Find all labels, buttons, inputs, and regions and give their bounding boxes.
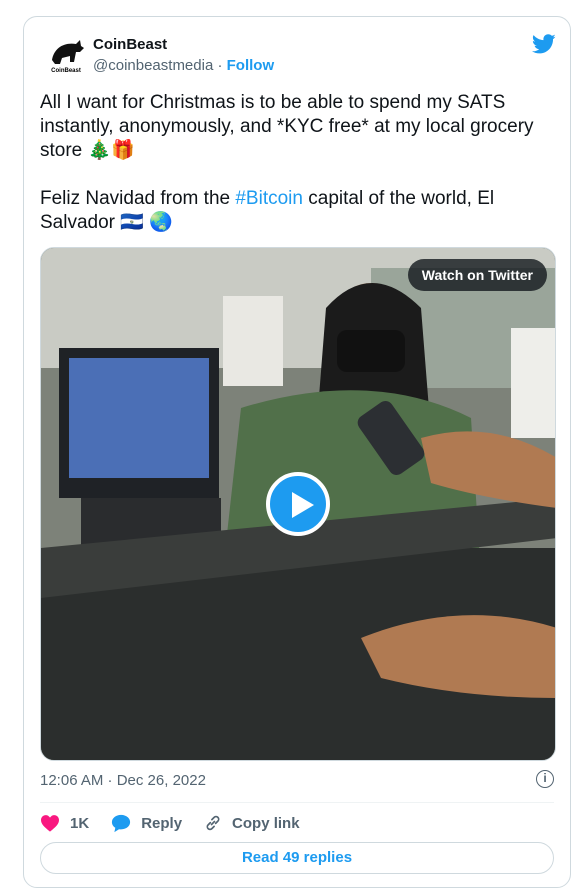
coinbeast-logo: CoinBeast — [51, 40, 84, 74]
reply-label: Reply — [141, 814, 183, 832]
tweet-card: CoinBeast CoinBeast @coinbeastmedia · Fo… — [23, 16, 571, 888]
watch-on-twitter-button[interactable]: Watch on Twitter — [407, 259, 547, 291]
divider — [40, 802, 554, 803]
copy-link-label: Copy link — [232, 814, 300, 832]
heart-icon — [41, 815, 59, 832]
link-icon — [206, 815, 220, 831]
like-button[interactable]: 1K — [40, 814, 89, 832]
hashtag-link[interactable]: #Bitcoin — [235, 188, 303, 209]
reply-button[interactable]: Reply — [111, 814, 182, 833]
read-replies-button[interactable]: Read 49 replies — [40, 842, 554, 874]
author-handle[interactable]: @coinbeastmedia — [93, 57, 213, 74]
author-meta: @coinbeastmedia · Follow — [93, 57, 274, 74]
copy-link-button[interactable]: Copy link — [204, 814, 300, 832]
timestamp[interactable]: 12:06 AM · Dec 26, 2022 — [40, 772, 206, 789]
separator-dot: · — [217, 57, 227, 74]
twitter-bird-icon[interactable] — [532, 32, 556, 56]
reply-bubble-icon — [112, 814, 131, 832]
action-bar: 1K Reply Copy link — [40, 813, 322, 833]
avatar[interactable]: CoinBeast — [46, 34, 86, 74]
avatar-label: CoinBeast — [51, 68, 81, 74]
info-icon[interactable]: i — [536, 770, 554, 788]
author-name[interactable]: CoinBeast — [93, 36, 167, 53]
follow-link[interactable]: Follow — [227, 57, 275, 74]
play-button[interactable] — [266, 472, 330, 536]
tweet-text: All I want for Christmas is to be able t… — [40, 91, 545, 235]
like-count: 1K — [70, 814, 90, 832]
video-player[interactable]: Watch on Twitter — [40, 247, 556, 761]
